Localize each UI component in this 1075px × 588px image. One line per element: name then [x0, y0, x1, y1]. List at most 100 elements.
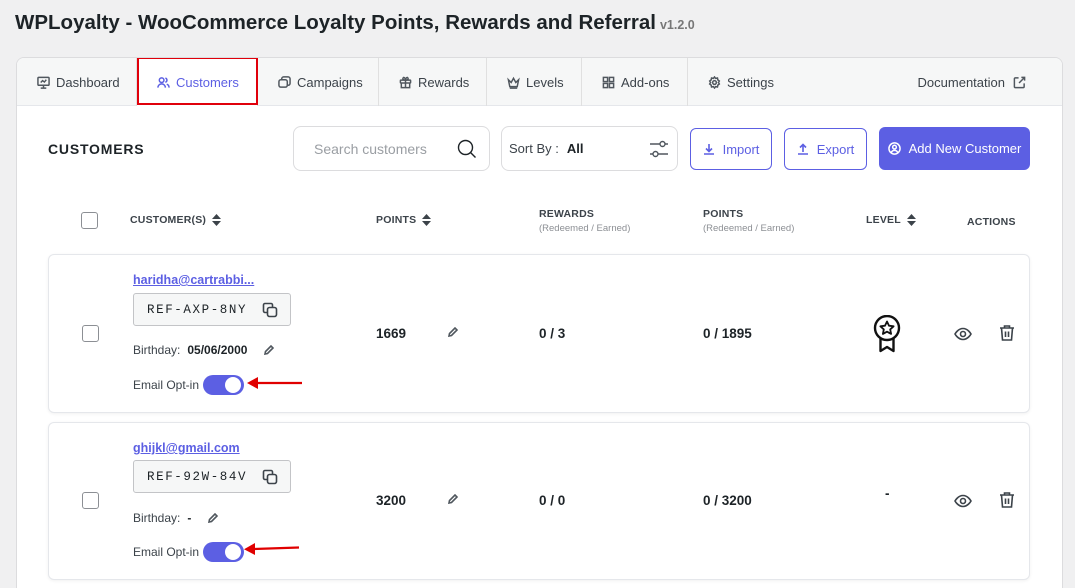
- email-optin-label: Email Opt-in: [133, 545, 200, 559]
- trash-icon[interactable]: [998, 324, 1016, 342]
- copy-icon[interactable]: [262, 302, 278, 318]
- search-box: [293, 126, 490, 171]
- tab-dashboard[interactable]: Dashboard: [17, 58, 137, 106]
- gift-icon: [399, 76, 412, 88]
- header-sublabel: (Redeemed / Earned): [539, 223, 631, 234]
- external-link-icon: [1013, 76, 1026, 88]
- tab-levels[interactable]: Levels: [487, 58, 582, 106]
- tab-label: Settings: [727, 74, 774, 90]
- tab-label: Levels: [526, 74, 564, 90]
- select-all-checkbox[interactable]: [81, 212, 98, 229]
- birthday-value: -: [187, 511, 192, 525]
- points-value: 3200: [376, 493, 407, 508]
- annotation-arrow-icon: [244, 543, 300, 555]
- edit-points-icon[interactable]: [448, 327, 458, 337]
- documentation-link[interactable]: Documentation: [918, 58, 1026, 106]
- column-header-customers[interactable]: CUSTOMER(S): [130, 214, 222, 226]
- points-redeemed-earned-value: 0 / 3200: [703, 493, 752, 508]
- header-label: POINTS: [376, 214, 417, 226]
- tab-campaigns[interactable]: Campaigns: [258, 58, 379, 106]
- sort-dropdown[interactable]: Sort By : All: [501, 126, 678, 171]
- export-button[interactable]: Export: [784, 128, 867, 170]
- email-optin-field: Email Opt-in: [133, 375, 245, 395]
- sort-label: Sort By :: [509, 141, 559, 156]
- tab-add-ons[interactable]: Add-ons: [582, 58, 688, 106]
- column-header-points[interactable]: POINTS: [376, 214, 432, 226]
- annotation-arrow-icon: [247, 377, 302, 389]
- email-optin-toggle[interactable]: [203, 542, 245, 562]
- birthday-value: 05/06/2000: [187, 343, 248, 357]
- rewards-value: 0 / 0: [539, 493, 566, 508]
- gear-icon: [708, 75, 721, 89]
- birthday-label: Birthday:: [133, 343, 181, 357]
- user-circle-icon: [887, 142, 901, 155]
- birthday-field: Birthday: -: [133, 511, 219, 525]
- search-icon[interactable]: [457, 139, 477, 159]
- points-value: 1669: [376, 326, 407, 341]
- users-icon: [157, 76, 170, 88]
- view-eye-icon[interactable]: [954, 492, 972, 510]
- referral-code-box: REF-AXP-8NY: [133, 293, 291, 326]
- header-label: REWARDS: [539, 208, 595, 220]
- column-header-level[interactable]: LEVEL: [866, 214, 916, 226]
- tab-bar: Dashboard Customers Campaigns Rewards Le…: [17, 58, 1062, 106]
- column-header-points-redeemed-earned: POINTS (Redeemed / Earned): [703, 208, 794, 234]
- tab-label: Rewards: [418, 74, 470, 90]
- header-label: CUSTOMER(S): [130, 214, 207, 226]
- email-optin-toggle[interactable]: [203, 375, 245, 395]
- version-label: v1.2.0: [659, 18, 695, 32]
- customer-email-link[interactable]: ghijkl@gmail.com: [133, 441, 240, 455]
- copy-icon[interactable]: [262, 469, 278, 485]
- header-label: ACTIONS: [967, 216, 1016, 228]
- email-optin-label: Email Opt-in: [133, 378, 200, 392]
- dashboard-icon: [37, 76, 50, 89]
- documentation-label: Documentation: [917, 74, 1005, 90]
- edit-points-icon[interactable]: [448, 494, 458, 504]
- tab-customers[interactable]: Customers: [137, 58, 258, 106]
- header-sublabel: (Redeemed / Earned): [703, 223, 795, 234]
- email-optin-field: Email Opt-in: [133, 542, 245, 562]
- row-checkbox[interactable]: [82, 325, 99, 342]
- tab-label: Dashboard: [56, 74, 120, 90]
- tab-settings[interactable]: Settings: [688, 58, 798, 106]
- trash-icon[interactable]: [998, 491, 1016, 509]
- header-label: POINTS: [703, 208, 744, 220]
- header-label: LEVEL: [866, 214, 901, 226]
- import-button[interactable]: Import: [690, 128, 772, 170]
- level-value: -: [885, 486, 890, 501]
- sort-icon: [212, 214, 222, 226]
- crown-icon: [507, 76, 520, 89]
- import-label: Import: [722, 141, 760, 157]
- add-new-customer-label: Add New Customer: [908, 141, 1022, 156]
- row-checkbox[interactable]: [82, 492, 99, 509]
- referral-code: REF-92W-84V: [147, 469, 248, 484]
- pencil-icon[interactable]: [264, 345, 275, 355]
- export-label: Export: [816, 141, 855, 157]
- sort-icon: [906, 214, 916, 226]
- pencil-icon[interactable]: [208, 513, 219, 523]
- add-new-customer-button[interactable]: Add New Customer: [879, 127, 1030, 170]
- birthday-label: Birthday:: [133, 511, 181, 525]
- column-header-actions: ACTIONS: [967, 216, 1016, 228]
- referral-code: REF-AXP-8NY: [147, 302, 248, 317]
- column-header-rewards: REWARDS (Redeemed / Earned): [539, 208, 630, 234]
- points-redeemed-earned-value: 0 / 1895: [703, 326, 752, 341]
- filter-sliders-icon: [650, 140, 668, 158]
- customer-email-link[interactable]: haridha@cartrabbi...: [133, 273, 254, 287]
- grid-icon: [602, 76, 615, 88]
- download-icon: [703, 144, 714, 155]
- view-eye-icon[interactable]: [954, 325, 972, 343]
- title-text: WPLoyalty - WooCommerce Loyalty Points, …: [15, 11, 656, 34]
- tab-rewards[interactable]: Rewards: [379, 58, 487, 106]
- tab-label: Customers: [176, 74, 239, 90]
- search-input[interactable]: [314, 140, 444, 157]
- rewards-value: 0 / 3: [539, 326, 566, 341]
- referral-code-box: REF-92W-84V: [133, 460, 291, 493]
- section-title: CUSTOMERS: [48, 141, 145, 157]
- main-panel: Dashboard Customers Campaigns Rewards Le…: [16, 57, 1063, 588]
- badge-icon: [873, 315, 901, 353]
- sort-value: All: [566, 141, 584, 156]
- tab-label: Add-ons: [621, 74, 670, 90]
- upload-icon: [797, 143, 808, 155]
- sort-icon: [422, 214, 432, 226]
